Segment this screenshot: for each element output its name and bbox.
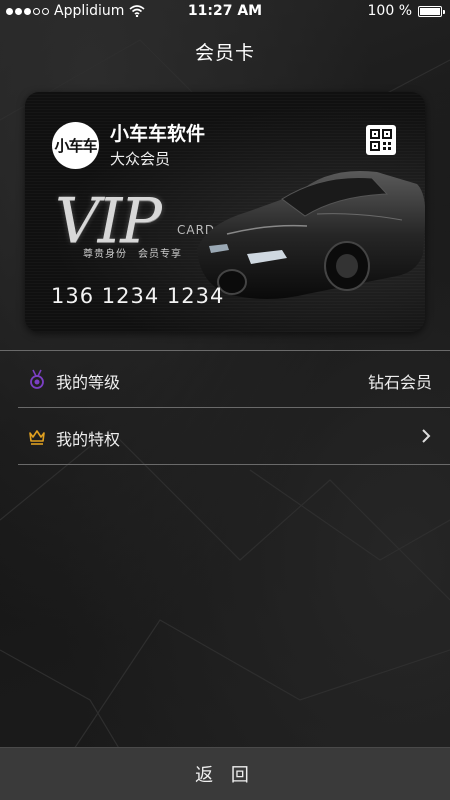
row-my-privileges[interactable]: 我的特权: [0, 408, 450, 464]
status-right: 100 %: [367, 3, 445, 19]
row-my-level-label: 我的等级: [56, 373, 121, 392]
crown-icon: [29, 430, 45, 445]
medal-icon: [30, 369, 44, 389]
qr-code-button[interactable]: [366, 125, 396, 155]
chevron-right-icon: [422, 429, 431, 443]
card-brand-name: 小车车软件: [110, 123, 206, 145]
battery-percent: 100 %: [367, 3, 412, 19]
card-number: 136 1234 1234: [51, 284, 225, 308]
battery-fill: [420, 7, 440, 15]
vip-card-screen: Applidium 11:27 AM 100 % 会员卡 小车车 小车车软件 大…: [0, 0, 450, 800]
row-my-level-value: 钻石会员: [367, 373, 432, 392]
brand-logo: 小车车: [52, 122, 99, 169]
back-button[interactable]: 返 回: [0, 747, 450, 800]
divider-bottom: [18, 464, 450, 465]
membership-card[interactable]: 小车车 小车车软件 大众会员 VIP CARD 尊贵身份 会员专享 136 12…: [25, 92, 425, 332]
battery-icon: [418, 5, 445, 17]
status-bar: Applidium 11:27 AM 100 %: [0, 0, 450, 22]
qr-code-icon: [370, 129, 392, 151]
vip-tagline: 尊贵身份 会员专享: [83, 249, 182, 260]
row-my-privileges-label: 我的特权: [56, 430, 121, 449]
page-title: 会员卡: [194, 42, 255, 64]
card-member-level: 大众会员: [110, 150, 171, 168]
row-my-level[interactable]: 我的等级 钻石会员: [0, 351, 450, 407]
